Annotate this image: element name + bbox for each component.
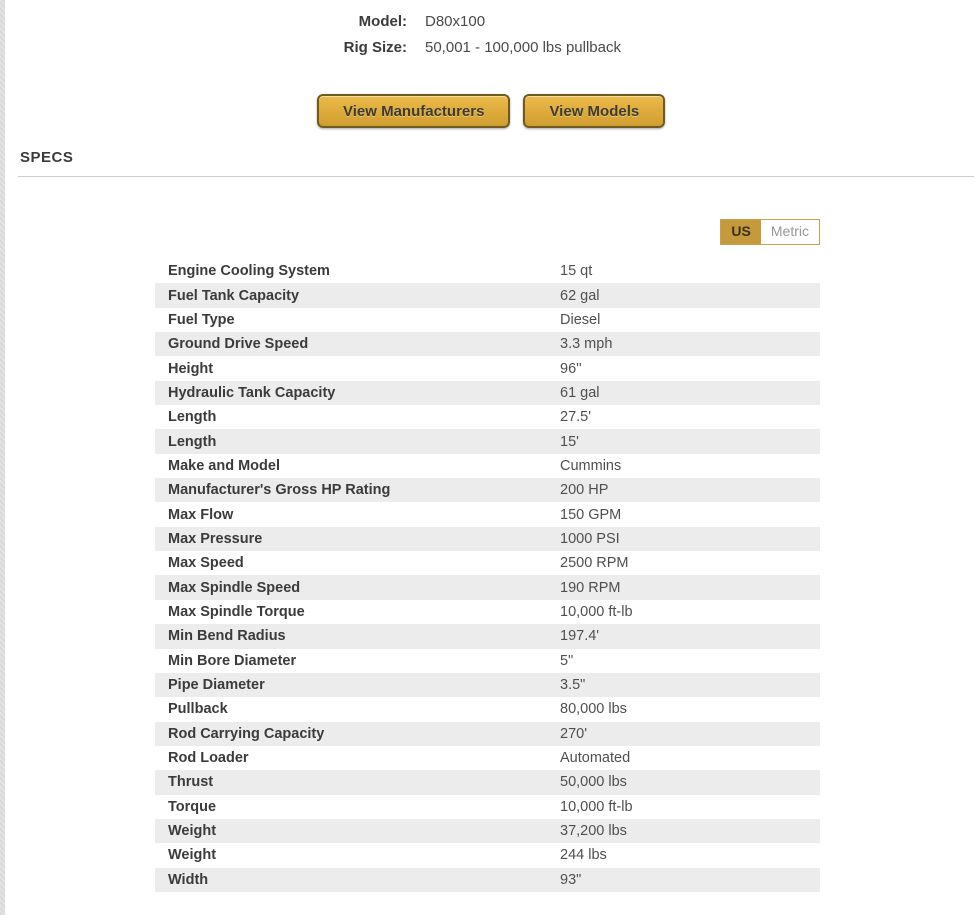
spec-value: 10,000 ft-lb	[560, 799, 820, 815]
spec-label: Width	[155, 872, 560, 888]
spec-value: Automated	[560, 750, 820, 766]
spec-value: 2500 RPM	[560, 555, 820, 571]
spec-value: 190 RPM	[560, 580, 820, 596]
spec-row: Length15'	[155, 429, 820, 453]
unit-toggle: US Metric	[720, 219, 820, 245]
view-manufacturers-button[interactable]: View Manufacturers	[317, 94, 510, 128]
spec-row: Manufacturer's Gross HP Rating200 HP	[155, 478, 820, 502]
spec-label: Length	[155, 409, 560, 425]
unit-toggle-wrap: US Metric	[155, 219, 820, 245]
rig-size-row: Rig Size: 50,001 - 100,000 lbs pullback	[5, 35, 979, 61]
spec-label: Rod Loader	[155, 750, 560, 766]
spec-label: Height	[155, 361, 560, 377]
spec-label: Max Speed	[155, 555, 560, 571]
spec-label: Length	[155, 434, 560, 450]
spec-value: 80,000 lbs	[560, 701, 820, 717]
spec-row: Rod Carrying Capacity270'	[155, 722, 820, 746]
spec-row: Fuel Tank Capacity62 gal	[155, 283, 820, 307]
spec-row: Pullback80,000 lbs	[155, 697, 820, 721]
rig-size-value: 50,001 - 100,000 lbs pullback	[425, 35, 979, 61]
spec-label: Torque	[155, 799, 560, 815]
spec-value: 37,200 lbs	[560, 823, 820, 839]
model-row: Model: D80x100	[5, 9, 979, 35]
spec-row: Hydraulic Tank Capacity61 gal	[155, 381, 820, 405]
spec-value: 1000 PSI	[560, 531, 820, 547]
model-value: D80x100	[425, 9, 979, 35]
spec-row: Thrust50,000 lbs	[155, 770, 820, 794]
spec-value: Cummins	[560, 458, 820, 474]
spec-row: Fuel TypeDiesel	[155, 308, 820, 332]
spec-label: Thrust	[155, 774, 560, 790]
view-models-button[interactable]: View Models	[523, 94, 665, 128]
spec-value: 244 lbs	[560, 847, 820, 863]
spec-value: 61 gal	[560, 385, 820, 401]
specs-divider	[18, 176, 974, 177]
spec-value: 3.5"	[560, 677, 820, 693]
spec-label: Pipe Diameter	[155, 677, 560, 693]
spec-row: Pipe Diameter3.5"	[155, 673, 820, 697]
spec-row: Make and ModelCummins	[155, 454, 820, 478]
rig-size-label: Rig Size:	[5, 35, 407, 61]
spec-value: 197.4'	[560, 628, 820, 644]
spec-label: Max Pressure	[155, 531, 560, 547]
spec-label: Manufacturer's Gross HP Rating	[155, 482, 560, 498]
spec-value: 96''	[560, 361, 820, 377]
specs-section-heading: SPECS	[20, 149, 979, 166]
spec-label: Weight	[155, 847, 560, 863]
spec-row: Weight37,200 lbs	[155, 819, 820, 843]
spec-value: 93"	[560, 872, 820, 888]
spec-label: Weight	[155, 823, 560, 839]
spec-row: Weight244 lbs	[155, 843, 820, 867]
rig-info-block: Model: D80x100 Rig Size: 50,001 - 100,00…	[5, 0, 979, 61]
unit-toggle-us[interactable]: US	[721, 220, 760, 244]
spec-row: Max Flow150 GPM	[155, 502, 820, 526]
spec-row: Min Bend Radius197.4'	[155, 624, 820, 648]
spec-row: Ground Drive Speed3.3 mph	[155, 332, 820, 356]
spec-value: 62 gal	[560, 288, 820, 304]
spec-value: 27.5'	[560, 409, 820, 425]
spec-row: Width93"	[155, 868, 820, 892]
spec-value: 10,000 ft-lb	[560, 604, 820, 620]
spec-row: Max Pressure1000 PSI	[155, 527, 820, 551]
unit-toggle-metric[interactable]: Metric	[761, 220, 819, 244]
spec-row: Rod LoaderAutomated	[155, 746, 820, 770]
spec-value: 3.3 mph	[560, 336, 820, 352]
spec-value: 15'	[560, 434, 820, 450]
spec-label: Ground Drive Speed	[155, 336, 560, 352]
model-label: Model:	[5, 9, 407, 35]
page-content: Model: D80x100 Rig Size: 50,001 - 100,00…	[5, 0, 979, 892]
spec-value: 15 qt	[560, 263, 820, 279]
specs-panel: US Metric Engine Cooling System15 qtFuel…	[155, 219, 820, 892]
spec-label: Engine Cooling System	[155, 263, 560, 279]
spec-label: Min Bore Diameter	[155, 653, 560, 669]
spec-value: 50,000 lbs	[560, 774, 820, 790]
spec-value: Diesel	[560, 312, 820, 328]
spec-row: Length27.5'	[155, 405, 820, 429]
spec-label: Min Bend Radius	[155, 628, 560, 644]
spec-table: Engine Cooling System15 qtFuel Tank Capa…	[155, 259, 820, 892]
spec-label: Hydraulic Tank Capacity	[155, 385, 560, 401]
spec-row: Height96''	[155, 356, 820, 380]
spec-value: 150 GPM	[560, 507, 820, 523]
spec-label: Fuel Tank Capacity	[155, 288, 560, 304]
action-button-row: View Manufacturers View Models	[317, 94, 979, 128]
spec-label: Pullback	[155, 701, 560, 717]
spec-label: Max Flow	[155, 507, 560, 523]
spec-row: Max Spindle Torque10,000 ft-lb	[155, 600, 820, 624]
spec-value: 200 HP	[560, 482, 820, 498]
spec-row: Torque10,000 ft-lb	[155, 795, 820, 819]
spec-row: Max Speed2500 RPM	[155, 551, 820, 575]
spec-label: Fuel Type	[155, 312, 560, 328]
spec-label: Rod Carrying Capacity	[155, 726, 560, 742]
spec-value: 270'	[560, 726, 820, 742]
spec-row: Min Bore Diameter5"	[155, 649, 820, 673]
spec-label: Max Spindle Torque	[155, 604, 560, 620]
spec-row: Engine Cooling System15 qt	[155, 259, 820, 283]
spec-value: 5"	[560, 653, 820, 669]
page-edge-strip	[0, 0, 5, 915]
spec-row: Max Spindle Speed190 RPM	[155, 575, 820, 599]
spec-label: Make and Model	[155, 458, 560, 474]
spec-label: Max Spindle Speed	[155, 580, 560, 596]
